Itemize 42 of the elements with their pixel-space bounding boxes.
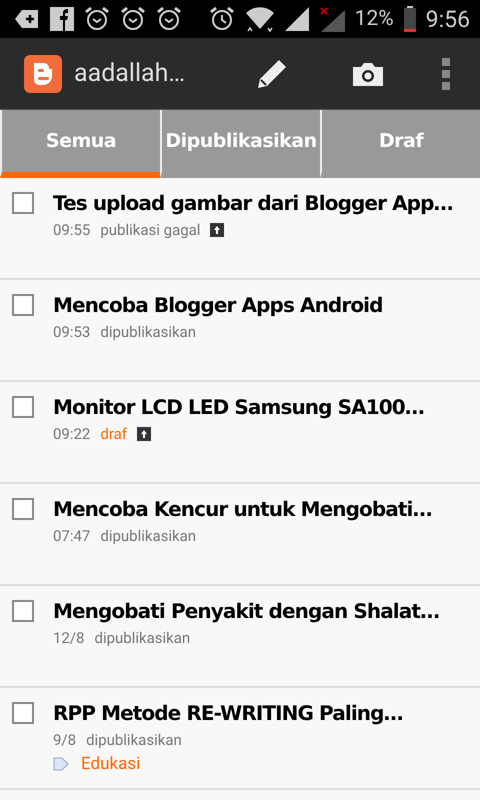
post-time: 09:22 [53,425,90,443]
wifi-icon [244,5,275,33]
alarm-icon [120,6,146,32]
post-status: publikasi gagal [100,221,200,239]
post-status: dipublikasikan [86,731,182,749]
overflow-menu-icon[interactable] [442,58,450,90]
post-status: dipublikasikan [100,323,196,341]
post-time: 12/8 [53,629,84,647]
alarm-icon [84,6,110,32]
checkbox[interactable] [12,702,34,724]
clock-time: 9:56 [426,6,470,32]
add-notification-icon [14,8,40,30]
post-title[interactable]: Tes upload gambar dari Blogger App… [53,190,453,216]
facebook-icon [50,7,74,31]
post-time: 9/8 [53,731,76,749]
battery-percentage: 12% [354,7,394,31]
checkbox[interactable] [12,600,34,622]
post-status: dipublikasikan [94,629,190,647]
battery-icon [404,6,416,32]
checkbox[interactable] [12,498,34,520]
blog-title: aadallah… [74,59,186,88]
post-status: draf [100,425,127,443]
post-title[interactable]: Monitor LCD LED Samsung SA100… [53,394,424,420]
no-signal-icon [318,6,345,32]
post-title[interactable]: Mengobati Penyakit dengan Shalat… [53,598,440,624]
alarm-clock-icon [208,6,235,32]
post-time: 09:55 [53,221,90,239]
checkbox[interactable] [12,192,34,214]
checkbox[interactable] [12,294,34,316]
post-title[interactable]: Mencoba Kencur untuk Mengobati… [53,496,432,522]
post-status: dipublikasikan [100,527,196,545]
camera-icon[interactable] [353,62,383,86]
post-title[interactable]: Mencoba Blogger Apps Android [53,292,383,318]
post-time: 09:53 [53,323,90,341]
post-time: 07:47 [53,527,90,545]
pencil-icon[interactable] [257,58,287,88]
checkbox[interactable] [12,396,34,418]
blogger-logo-icon[interactable] [24,54,62,92]
signal-icon [284,7,309,31]
alarm-icon [156,6,182,32]
tag-icon [53,757,69,771]
post-title[interactable]: RPP Metode RE-WRITING Paling… [53,700,403,726]
